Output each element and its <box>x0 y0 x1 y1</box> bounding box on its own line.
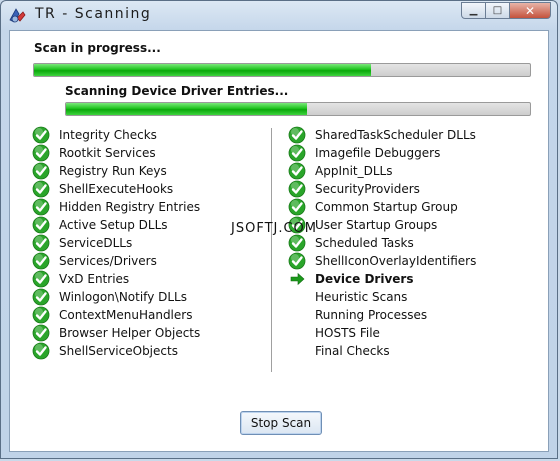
maximize-button[interactable]: □ <box>485 2 510 19</box>
scan-item-label: SecurityProviders <box>315 182 420 196</box>
scan-item-label: ContextMenuHandlers <box>59 308 193 322</box>
scan-item: Common Startup Group <box>288 198 476 216</box>
current-step-text: Scanning Device Driver Entries... <box>65 84 289 98</box>
scan-item-label: Integrity Checks <box>59 128 157 142</box>
pending-spacer <box>288 306 306 324</box>
scan-item: HOSTS File <box>288 324 476 342</box>
scan-item-label: Registry Run Keys <box>59 164 167 178</box>
check-icon <box>288 126 306 144</box>
scan-item-label: Running Processes <box>315 308 428 322</box>
scan-item: ContextMenuHandlers <box>32 306 200 324</box>
scan-item: Winlogon\Notify DLLs <box>32 288 200 306</box>
scan-item: VxD Entries <box>32 270 200 288</box>
scan-item: Heuristic Scans <box>288 288 476 306</box>
pending-spacer <box>288 324 306 342</box>
scan-item-label: HOSTS File <box>315 326 380 340</box>
close-button[interactable]: ✕ <box>509 2 551 19</box>
scan-list-right: SharedTaskScheduler DLLs Imagefile Debugg… <box>288 126 476 360</box>
scan-item-label: ServiceDLLs <box>59 236 133 250</box>
check-icon <box>32 252 50 270</box>
scan-item: Active Setup DLLs <box>32 216 200 234</box>
check-icon <box>32 126 50 144</box>
check-icon <box>288 144 306 162</box>
minimize-icon: ▁ <box>469 5 478 16</box>
scan-item-label: AppInit_DLLs <box>315 164 393 178</box>
scan-item: ShellIconOverlayIdentifiers <box>288 252 476 270</box>
scan-item: SecurityProviders <box>288 180 476 198</box>
check-icon <box>288 162 306 180</box>
scan-item: ServiceDLLs <box>32 234 200 252</box>
overall-progress-bar <box>33 63 531 77</box>
scan-item-label: Rootkit Services <box>59 146 156 160</box>
scan-window: TR - Scanning ▁ □ ✕ Scan in progress... … <box>0 0 558 459</box>
scan-item: Scheduled Tasks <box>288 234 476 252</box>
scan-item: SharedTaskScheduler DLLs <box>288 126 476 144</box>
scan-item-label: SharedTaskScheduler DLLs <box>315 128 476 142</box>
scan-item-label: Device Drivers <box>315 272 414 286</box>
scan-item-label: Services/Drivers <box>59 254 157 268</box>
pending-spacer <box>288 342 306 360</box>
check-icon <box>32 306 50 324</box>
scan-item-label: ShellServiceObjects <box>59 344 178 358</box>
check-icon <box>32 288 50 306</box>
step-progress-fill <box>66 103 308 115</box>
scan-item: Device Drivers <box>288 270 476 288</box>
scan-item-label: Active Setup DLLs <box>59 218 168 232</box>
check-icon <box>32 198 50 216</box>
close-icon: ✕ <box>524 3 536 18</box>
watermark: JSOFTJ.COM <box>231 221 318 236</box>
scan-item: Imagefile Debuggers <box>288 144 476 162</box>
scan-item-label: ShellExecuteHooks <box>59 182 174 196</box>
column-divider <box>271 128 272 372</box>
scan-item: ShellServiceObjects <box>32 342 200 360</box>
title-bar: TR - Scanning ▁ □ ✕ <box>1 1 557 31</box>
check-icon <box>288 252 306 270</box>
scan-item-label: Hidden Registry Entries <box>59 200 201 214</box>
check-icon <box>32 270 50 288</box>
scan-item: Registry Run Keys <box>32 162 200 180</box>
arrow-right-icon <box>290 272 305 286</box>
window-title: TR - Scanning <box>35 6 152 22</box>
scan-item: AppInit_DLLs <box>288 162 476 180</box>
scan-item-label: User Startup Groups <box>315 218 438 232</box>
check-icon <box>32 342 50 360</box>
scan-item-label: Heuristic Scans <box>315 290 408 304</box>
scan-item: Running Processes <box>288 306 476 324</box>
scan-item: Rootkit Services <box>32 144 200 162</box>
scan-item: Browser Helper Objects <box>32 324 200 342</box>
check-icon <box>32 234 50 252</box>
scan-item-label: ShellIconOverlayIdentifiers <box>315 254 477 268</box>
scan-item-label: Winlogon\Notify DLLs <box>59 290 187 304</box>
scan-item: ShellExecuteHooks <box>32 180 200 198</box>
scan-item: Hidden Registry Entries <box>32 198 200 216</box>
scan-item: Services/Drivers <box>32 252 200 270</box>
scan-item-label: Scheduled Tasks <box>315 236 414 250</box>
scan-item-label: VxD Entries <box>59 272 130 286</box>
stop-scan-button[interactable]: Stop Scan <box>240 411 322 435</box>
overall-progress-fill <box>34 64 372 76</box>
check-icon <box>32 180 50 198</box>
scan-item: Integrity Checks <box>32 126 200 144</box>
scan-panel: Scan in progress... Scanning Device Driv… <box>9 30 549 452</box>
check-icon <box>32 162 50 180</box>
scan-item-label: Common Startup Group <box>315 200 458 214</box>
check-icon <box>288 198 306 216</box>
minimize-button[interactable]: ▁ <box>461 2 486 19</box>
step-progress-bar <box>65 102 531 116</box>
scan-item: Final Checks <box>288 342 476 360</box>
check-icon <box>32 324 50 342</box>
scan-item-label: Browser Helper Objects <box>59 326 201 340</box>
maximize-icon: □ <box>492 5 503 16</box>
scan-list-left: Integrity Checks Rootkit Services Registry… <box>32 126 200 360</box>
window-controls: ▁ □ ✕ <box>461 2 551 19</box>
scan-item-label: Imagefile Debuggers <box>315 146 441 160</box>
check-icon <box>288 234 306 252</box>
scan-status-text: Scan in progress... <box>34 41 161 55</box>
check-icon <box>32 216 50 234</box>
scan-item-label: Final Checks <box>315 344 390 358</box>
pending-spacer <box>288 288 306 306</box>
check-icon <box>32 144 50 162</box>
check-icon <box>288 180 306 198</box>
app-icon <box>9 8 26 23</box>
